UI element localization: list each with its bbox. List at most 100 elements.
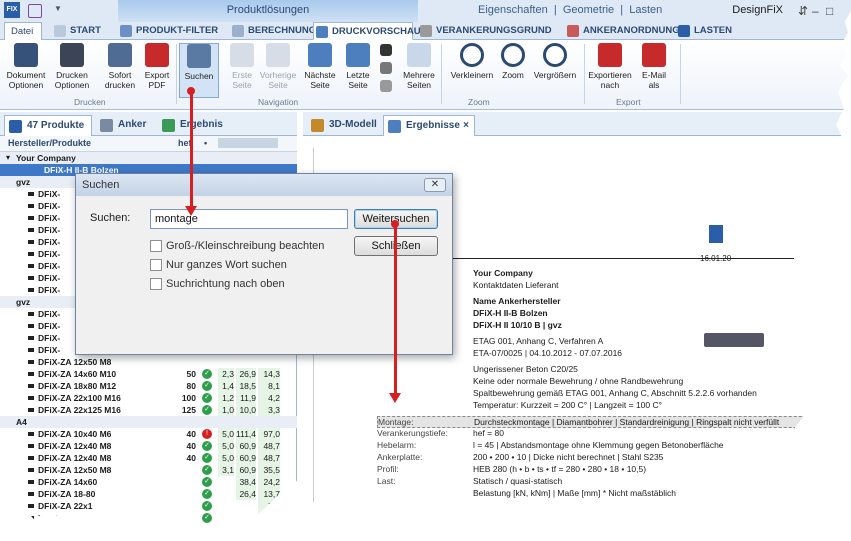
tab-berechnung[interactable]: BERECHNUNG xyxy=(230,22,316,40)
zoom-tool-button[interactable] xyxy=(380,80,396,92)
result-value: 97,0 xyxy=(258,428,280,440)
report-value: hef = 80 xyxy=(473,428,504,438)
result-value: 24,2 xyxy=(258,476,280,488)
exportieren-nach-button[interactable]: Exportieren nach xyxy=(588,43,632,90)
status-ok-icon: ✓ xyxy=(202,381,212,391)
result-value: 38,4 xyxy=(236,476,256,488)
dialog-close-button[interactable]: ✕ xyxy=(424,178,446,192)
group-separator xyxy=(584,44,585,104)
hef-value: 125 xyxy=(181,405,196,415)
anchor-bullet-icon xyxy=(28,444,34,448)
vergroessern-button[interactable]: Vergrößern xyxy=(532,43,578,80)
report-value: Your Company xyxy=(473,268,533,278)
product-row[interactable]: DFiX-ZA 14x60 M10 50 ✓ 2,3 26,9 14,3 xyxy=(0,368,297,380)
collapse-icon[interactable]: ▾ xyxy=(6,152,10,164)
context-tab-geometrie[interactable]: Geometrie xyxy=(563,4,614,16)
save-icon[interactable] xyxy=(28,4,42,18)
product-row[interactable]: DFiX-ZA 12x40 M8 40 ✓ 5,0 60,9 48,7 xyxy=(0,452,297,464)
anchor-bullet-icon xyxy=(28,516,34,520)
product-row[interactable]: DFiX-ZA 10x40 M6 40! 5,0 111,4 97,0 xyxy=(0,428,297,440)
product-row[interactable]: DFiX-ZA 22x1 ✓ 7,2 xyxy=(0,500,297,512)
product-name: DFiX-ZA 22x100 M16 xyxy=(38,393,121,403)
product-row[interactable]: DFiX-ZA 18-80 ✓ 26,4 13,7 xyxy=(0,488,297,500)
verkleinern-button[interactable]: Verkleinern xyxy=(450,43,494,80)
result-value: 5,0 xyxy=(218,452,234,464)
result-value: 2,3 xyxy=(218,368,234,380)
mehrere-seiten-button[interactable]: Mehrere Seiten xyxy=(400,43,438,90)
tree-group[interactable]: A4 xyxy=(0,416,297,428)
tab-verankerungsgrund[interactable]: VERANKERUNGSGRUND xyxy=(418,22,552,40)
minimize-icon[interactable]: – xyxy=(812,4,819,18)
tab-druckvorschau[interactable]: DRUCKVORSCHAU xyxy=(313,22,421,40)
anchor-icon xyxy=(100,119,113,132)
context-tab-eigenschaften[interactable]: Eigenschaften xyxy=(478,4,548,16)
product-list-header: Hersteller/Produkte hef • xyxy=(0,136,297,152)
tab-start[interactable]: START xyxy=(52,22,101,40)
status-ok-icon: ✓ xyxy=(202,405,212,415)
report-line: Ankerplatte: 200 • 200 • 10 | Dicke nicht… xyxy=(377,452,847,464)
quick-print-icon xyxy=(108,43,132,67)
email-als-button[interactable]: E-Mail als xyxy=(636,43,672,90)
checkbox-box[interactable] xyxy=(150,259,162,271)
close-tab-icon[interactable]: × xyxy=(463,116,469,136)
product-row[interactable]: DFiX-ZA 18x80 M12 80 ✓ 1,4 18,5 8,1 xyxy=(0,380,297,392)
status-ok-icon: ✓ xyxy=(202,369,212,379)
naechste-seite-button[interactable]: Nächste Seite xyxy=(300,43,340,90)
product-row[interactable]: DFiX-ZA 12x40 M8 40 ✓ 5,0 60,9 48,7 xyxy=(0,440,297,452)
result-value: 14,3 xyxy=(258,368,280,380)
qat-dropdown-icon[interactable]: ▼ xyxy=(54,4,68,18)
maximize-icon[interactable]: □ xyxy=(826,4,833,18)
product-name: gvz xyxy=(16,297,31,307)
hef-value: 40 xyxy=(186,429,196,439)
status-ok-icon: ✓ xyxy=(202,513,212,523)
result-value: 5,0 xyxy=(218,428,234,440)
product-row[interactable]: DFiX-ZA 22x125 M16 125 ✓ 1,0 10,0 3,3 xyxy=(0,404,297,416)
product-row[interactable]: DFiX-ZA 12x50 M8 ✓ 3,1 60,9 35,5 xyxy=(0,464,297,476)
tab-ergebnisse[interactable]: Ergebnisse × xyxy=(383,115,475,136)
product-row[interactable]: DFiX- ✓ 3,9 xyxy=(0,512,297,524)
column-status[interactable]: • xyxy=(204,138,207,148)
tab-lasten[interactable]: LASTEN xyxy=(676,22,732,40)
report-value: Name Ankerhersteller xyxy=(473,296,561,306)
product-row[interactable]: DFiX-ZA 12x50 M8 xyxy=(0,356,297,368)
product-row[interactable]: DFiX-ZA 14x60 ✓ 38,4 24,2 xyxy=(0,476,297,488)
contextual-group-title: Produktlösungen xyxy=(118,0,418,22)
whole-word-checkbox[interactable]: Nur ganzes Wort suchen xyxy=(150,259,287,272)
tab-datei[interactable]: Datei xyxy=(4,22,42,40)
case-sensitive-checkbox[interactable]: Groß-/Kleinschreibung beachten xyxy=(150,240,324,253)
vorherige-seite-button[interactable]: Vorherige Seite xyxy=(258,43,298,90)
preview-tabs: 3D-Modell Ergebnisse × xyxy=(303,112,851,136)
hand-tool-button[interactable] xyxy=(380,62,396,74)
tab-3d-modell[interactable]: 3D-Modell xyxy=(307,115,381,136)
select-tool-button[interactable] xyxy=(380,44,396,56)
drucken-optionen-button[interactable]: Drucken Optionen xyxy=(52,43,92,90)
report-label: Profil: xyxy=(377,464,399,474)
result-value: 8,1 xyxy=(258,380,280,392)
tab-produkte[interactable]: 47 Produkte xyxy=(4,115,92,136)
erste-seite-button[interactable]: Erste Seite xyxy=(222,43,262,90)
search-up-checkbox[interactable]: Suchrichtung nach oben xyxy=(150,278,285,291)
letzte-seite-button[interactable]: Letzte Seite xyxy=(338,43,378,90)
checkbox-box[interactable] xyxy=(150,278,162,290)
tree-company[interactable]: ▾ Your Company xyxy=(0,152,297,164)
product-name: DFiX- xyxy=(38,261,61,271)
anchor-bullet-icon xyxy=(28,312,34,316)
dokument-optionen-button[interactable]: Dokument Optionen xyxy=(6,43,46,90)
report-value: Belastung [kN, kNm] | Maße [mm] * Nicht … xyxy=(473,488,676,498)
suchen-button[interactable]: Suchen xyxy=(179,43,219,98)
sofort-drucken-button[interactable]: Sofort drucken xyxy=(100,43,140,90)
product-row[interactable]: DFiX-ZA 22x100 M16 100 ✓ 1,2 11,9 4,2 xyxy=(0,392,297,404)
checkbox-box[interactable] xyxy=(150,240,162,252)
column-hersteller[interactable]: Hersteller/Produkte xyxy=(8,138,91,148)
search-input[interactable] xyxy=(150,209,348,229)
zoom-button[interactable]: Zoom xyxy=(498,43,528,80)
tab-ankeranordnung[interactable]: ANKERANORDNUNG xyxy=(565,22,680,40)
tab-produkt-filter[interactable]: PRODUKT-FILTER xyxy=(118,22,218,40)
app-brand: DesignFiX xyxy=(732,4,783,16)
export-pdf-button[interactable]: Export PDF xyxy=(137,43,177,90)
column-icons[interactable] xyxy=(218,138,278,148)
context-tab-lasten[interactable]: Lasten xyxy=(629,4,662,16)
anchor-bullet-icon xyxy=(28,192,34,196)
tab-anker[interactable]: Anker xyxy=(96,115,154,136)
result-value: 60,9 xyxy=(236,452,256,464)
